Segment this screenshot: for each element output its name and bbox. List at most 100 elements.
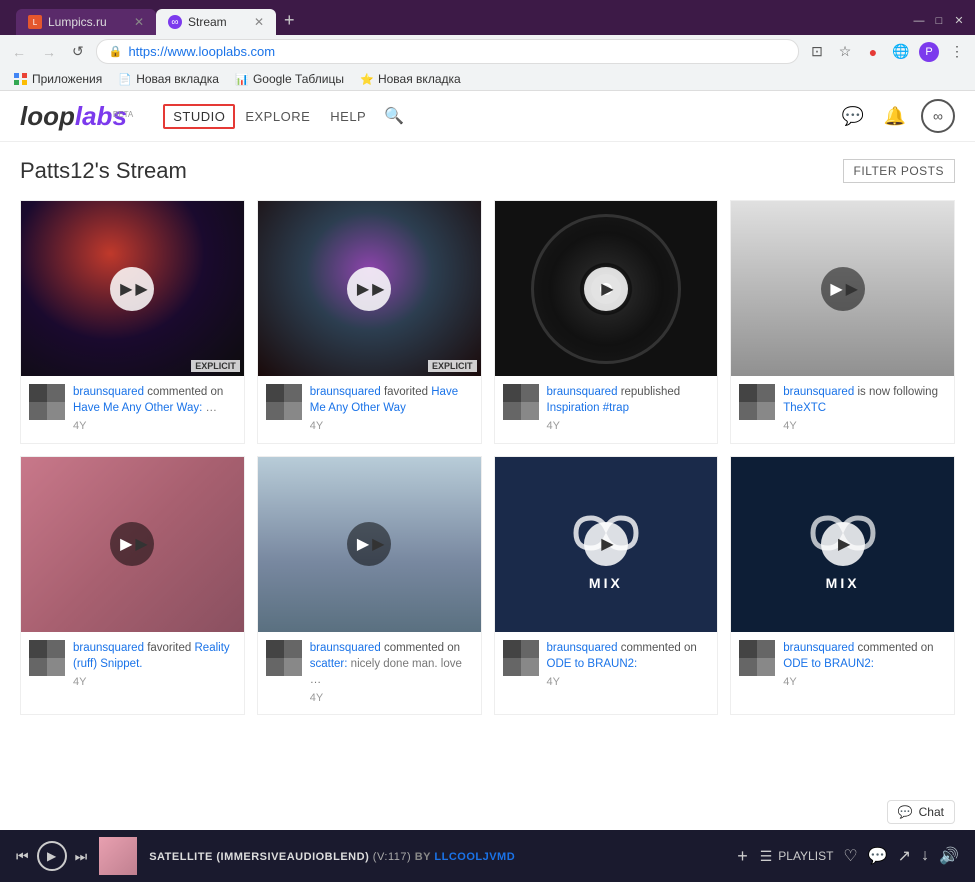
bookmark-new-tab-2[interactable]: ⭐ Новая вкладка bbox=[354, 70, 467, 88]
play-button-7[interactable] bbox=[584, 522, 628, 566]
comment-icon[interactable]: 💬 bbox=[868, 846, 888, 866]
chat-bubble[interactable]: 💬 Chat bbox=[887, 800, 955, 824]
post-info-4: braunsquared is now following TheXTC4Y bbox=[731, 376, 954, 443]
avatar-7 bbox=[503, 640, 539, 676]
post-thumb-1: ▶ EXPLICIT bbox=[21, 201, 244, 376]
post-card-1[interactable]: ▶ EXPLICIT braunsquared commented on Hav… bbox=[20, 200, 245, 444]
post-card-7[interactable]: MIX braunsquared commented on ODE to BRA… bbox=[494, 456, 719, 716]
post-card-6[interactable]: ▶ braunsquared commented on scatter: nic… bbox=[257, 456, 482, 716]
post-card-3[interactable]: braunsquared republished Inspiration #tr… bbox=[494, 200, 719, 444]
play-button-3[interactable] bbox=[584, 267, 628, 311]
opera-icon[interactable]: ● bbox=[863, 42, 883, 62]
bookmark-google-sheets[interactable]: 📊 Google Таблицы bbox=[229, 70, 350, 88]
like-icon[interactable]: ♡ bbox=[843, 846, 857, 866]
main-nav: STUDIO EXPLORE HELP 🔍 bbox=[163, 102, 412, 130]
stream-container: Patts12's Stream FILTER POSTS ▶ EXPLICIT… bbox=[0, 142, 975, 731]
menu-icon[interactable]: ⋮ bbox=[947, 42, 967, 62]
lock-icon: 🔒 bbox=[109, 45, 123, 58]
avatar-3 bbox=[503, 384, 539, 420]
messages-icon[interactable]: 💬 bbox=[837, 100, 869, 132]
post-thumb-6: ▶ bbox=[258, 457, 481, 632]
bookmarks-bar: Приложения 📄 Новая вкладка 📊 Google Табл… bbox=[0, 68, 975, 91]
title-bar: L Lumpics.ru ✕ ∞ Stream ✕ + — □ ✕ bbox=[0, 0, 975, 35]
filter-posts-button[interactable]: FILTER POSTS bbox=[843, 159, 955, 183]
chat-bubble-icon: 💬 bbox=[898, 805, 913, 819]
new-tab-button[interactable]: + bbox=[276, 6, 303, 35]
post-text-3: braunsquared republished Inspiration #tr… bbox=[547, 384, 710, 435]
minimize-button[interactable]: — bbox=[911, 15, 927, 27]
header-right: 💬 🔔 ∞ bbox=[837, 99, 955, 133]
post-card-4[interactable]: ▶ braunsquared is now following TheXTC4Y bbox=[730, 200, 955, 444]
stream-favicon: ∞ bbox=[168, 15, 182, 29]
playlist-button[interactable]: ☰ PLAYLIST bbox=[760, 848, 834, 865]
bookmark-icon[interactable]: ☆ bbox=[835, 42, 855, 62]
play-button-5[interactable]: ▶ bbox=[110, 522, 154, 566]
post-thumb-2: ▶ EXPLICIT bbox=[258, 201, 481, 376]
site-logo: looplabs bbox=[20, 101, 127, 132]
reload-button[interactable]: ↺ bbox=[68, 41, 88, 62]
posts-grid: ▶ EXPLICIT braunsquared commented on Hav… bbox=[20, 200, 955, 715]
nav-explore[interactable]: EXPLORE bbox=[235, 103, 320, 130]
notifications-icon[interactable]: 🔔 bbox=[879, 100, 911, 132]
share-icon[interactable]: ↗ bbox=[898, 846, 911, 866]
cast-icon[interactable]: ⊡ bbox=[807, 42, 827, 62]
next-button[interactable]: ⏭ bbox=[75, 848, 88, 865]
nav-studio[interactable]: STUDIO bbox=[163, 104, 235, 129]
post-text-7: braunsquared commented on ODE to BRAUN2:… bbox=[547, 640, 710, 691]
post-info-1: braunsquared commented on Have Me Any Ot… bbox=[21, 376, 244, 443]
nav-search-button[interactable]: 🔍 bbox=[376, 102, 412, 130]
avatar-5 bbox=[29, 640, 65, 676]
stream-header: Patts12's Stream FILTER POSTS bbox=[20, 158, 955, 184]
tab-stream[interactable]: ∞ Stream ✕ bbox=[156, 9, 276, 35]
post-card-5[interactable]: ▶ braunsquared favorited Reality (ruff) … bbox=[20, 456, 245, 716]
maximize-button[interactable]: □ bbox=[931, 15, 947, 27]
post-thumb-3 bbox=[495, 201, 718, 376]
post-text-8: braunsquared commented on ODE to BRAUN2:… bbox=[783, 640, 946, 691]
address-bar: ← → ↺ 🔒 https://www.looplabs.com ⊡ ☆ ● 🌐… bbox=[0, 35, 975, 68]
tab-lumpics[interactable]: L Lumpics.ru ✕ bbox=[16, 9, 156, 35]
play-button-6[interactable]: ▶ bbox=[347, 522, 391, 566]
play-pause-button[interactable]: ▶ bbox=[37, 841, 67, 871]
profile-avatar[interactable]: P bbox=[919, 42, 939, 62]
post-thumb-7: MIX bbox=[495, 457, 718, 632]
explicit-badge-1: EXPLICIT bbox=[191, 360, 240, 372]
post-thumb-4: ▶ bbox=[731, 201, 954, 376]
prev-button[interactable]: ⏮ bbox=[16, 848, 29, 865]
play-button-2[interactable]: ▶ bbox=[347, 267, 391, 311]
bookmark-new-tab-1-label: Новая вкладка bbox=[136, 72, 219, 86]
player-title: SATELLITE (IMMERSIVEAUDIOBLEND) (v:117) … bbox=[149, 851, 515, 863]
volume-icon[interactable]: 🔊 bbox=[939, 846, 959, 866]
avatar-2 bbox=[266, 384, 302, 420]
add-to-playlist-button[interactable]: + bbox=[737, 846, 748, 867]
post-text-5: braunsquared favorited Reality (ruff) Sn… bbox=[73, 640, 236, 691]
page-content: looplabs BETA STUDIO EXPLORE HELP 🔍 💬 🔔 … bbox=[0, 91, 975, 801]
back-button[interactable]: ← bbox=[8, 42, 30, 62]
post-info-7: braunsquared commented on ODE to BRAUN2:… bbox=[495, 632, 718, 699]
beta-tag: BETA bbox=[113, 110, 133, 119]
post-info-3: braunsquared republished Inspiration #tr… bbox=[495, 376, 718, 443]
avatar-1 bbox=[29, 384, 65, 420]
nav-help[interactable]: HELP bbox=[320, 103, 376, 130]
site-header: looplabs BETA STUDIO EXPLORE HELP 🔍 💬 🔔 … bbox=[0, 91, 975, 142]
play-button-8[interactable] bbox=[821, 522, 865, 566]
play-button-1[interactable]: ▶ bbox=[110, 267, 154, 311]
bookmark-new-tab-1[interactable]: 📄 Новая вкладка bbox=[112, 70, 225, 88]
post-thumb-5: ▶ bbox=[21, 457, 244, 632]
post-text-6: braunsquared commented on scatter: nicel… bbox=[310, 640, 473, 707]
address-input[interactable]: 🔒 https://www.looplabs.com bbox=[96, 39, 799, 64]
tab-stream-close[interactable]: ✕ bbox=[254, 15, 264, 29]
forward-button[interactable]: → bbox=[38, 42, 60, 62]
play-button-4[interactable]: ▶ bbox=[821, 267, 865, 311]
profile-icon[interactable]: ∞ bbox=[921, 99, 955, 133]
extensions-icon[interactable]: 🌐 bbox=[891, 42, 911, 62]
post-text-4: braunsquared is now following TheXTC4Y bbox=[783, 384, 946, 435]
bookmark-apps[interactable]: Приложения bbox=[8, 70, 108, 88]
close-button[interactable]: ✕ bbox=[951, 15, 967, 27]
download-icon[interactable]: ↓ bbox=[921, 847, 929, 865]
post-card-2[interactable]: ▶ EXPLICIT braunsquared favorited Have M… bbox=[257, 200, 482, 444]
post-info-8: braunsquared commented on ODE to BRAUN2:… bbox=[731, 632, 954, 699]
tab-stream-label: Stream bbox=[188, 15, 227, 29]
player-controls: ⏮ ▶ ⏭ bbox=[16, 841, 87, 871]
tab-lumpics-close[interactable]: ✕ bbox=[134, 15, 144, 29]
post-card-8[interactable]: MIX braunsquared commented on ODE to BRA… bbox=[730, 456, 955, 716]
